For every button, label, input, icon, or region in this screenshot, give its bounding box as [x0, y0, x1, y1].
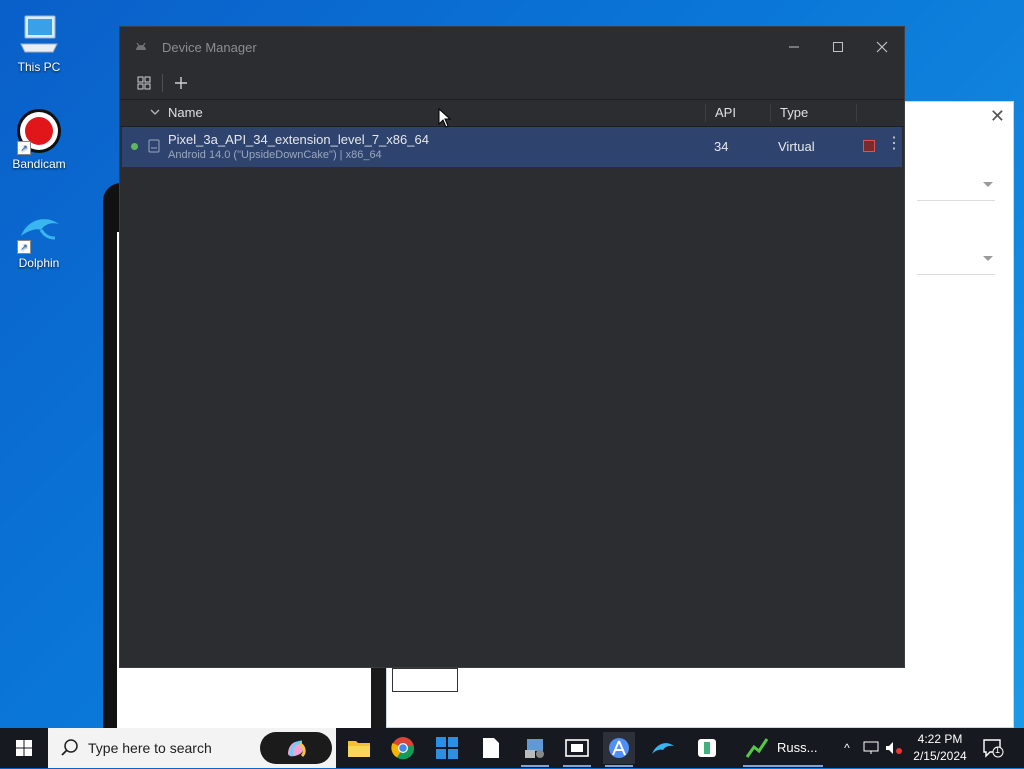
table-row[interactable]: Pixel_3a_API_34_extension_level_7_x86_64… [122, 127, 902, 167]
device-subtitle: Android 14.0 ("UpsideDownCake") | x86_64 [168, 149, 382, 161]
desktop-icon-dolphin[interactable]: ↗ Dolphin [1, 206, 77, 270]
bandicam-icon: ↗ [15, 107, 63, 155]
windows-app-icon [436, 737, 458, 759]
column-header-api[interactable]: API [715, 105, 736, 120]
copilot-icon [288, 740, 306, 758]
toolbar [120, 67, 904, 100]
virtual-device-icon [148, 139, 160, 153]
device-api: 34 [714, 139, 729, 154]
show-hidden-icons-icon[interactable]: ^ [838, 741, 856, 755]
add-icon [175, 77, 187, 89]
shortcut-arrow-icon: ↗ [17, 141, 31, 155]
taskbar-chrome[interactable] [387, 732, 419, 764]
dolphin-icon: ↗ [15, 206, 63, 254]
desktop-icon-label: Dolphin [18, 256, 60, 270]
android-icon [136, 42, 146, 50]
mouse-cursor-icon [438, 108, 452, 128]
desktop-icon-label: Bandicam [12, 157, 66, 171]
device-type: Virtual [778, 139, 815, 154]
window-title: Device Manager [162, 39, 257, 55]
column-divider[interactable] [770, 104, 771, 122]
desktop-icon-label: This PC [17, 60, 61, 74]
chevron-down-icon[interactable] [983, 256, 993, 261]
film-icon [565, 739, 589, 757]
close-button[interactable] [860, 27, 904, 67]
taskbar-app-label[interactable]: Russ... [777, 740, 817, 755]
notification-icon [983, 739, 1004, 758]
chrome-icon [391, 737, 415, 760]
column-divider[interactable] [856, 104, 857, 122]
minimize-button[interactable] [772, 27, 816, 67]
background-box [392, 668, 458, 692]
taskbar-notepad[interactable] [475, 732, 507, 764]
desktop-icon-bandicam[interactable]: ↗ Bandicam [1, 107, 77, 171]
toolbar-separator [162, 74, 163, 92]
android-studio-icon [609, 738, 629, 758]
chevron-down-icon[interactable] [983, 182, 993, 187]
start-button[interactable] [0, 728, 48, 768]
clock-time: 4:22 PM [917, 732, 963, 746]
close-icon[interactable]: ✕ [990, 106, 1005, 127]
status-online-icon [131, 143, 138, 150]
taskbar-editor[interactable] [691, 732, 723, 764]
table-header: Name API Type [120, 100, 904, 127]
chart-app-icon [745, 738, 769, 758]
system-clock[interactable]: 4:22 PM 2/15/2024 [905, 731, 975, 765]
title-bar[interactable]: Device Manager [120, 27, 904, 67]
running-indicator [563, 765, 591, 767]
clock-date: 2/15/2024 [913, 749, 967, 763]
add-device-button[interactable] [169, 71, 193, 95]
network-icon[interactable] [862, 740, 880, 756]
taskbar-file-explorer[interactable] [343, 732, 375, 764]
divider [917, 274, 995, 275]
device-manager-window: Device Manager Name API Type Pixel_3a_AP… [119, 26, 905, 668]
taskbar: Type here to search Russ... ^ 4:22 PM 2/… [0, 728, 1024, 768]
running-indicator [521, 765, 549, 767]
minimize-icon [789, 46, 799, 48]
running-indicator [605, 765, 633, 767]
column-header-type[interactable]: Type [780, 105, 808, 120]
taskbar-android-studio[interactable] [603, 732, 635, 767]
settings-app-icon [525, 739, 544, 758]
computer-icon [15, 10, 63, 58]
dolphin-icon [652, 743, 674, 754]
close-icon [876, 41, 888, 53]
notification-count: 1 [995, 745, 1001, 755]
taskbar-start-app[interactable] [431, 732, 463, 764]
stop-emulator-icon[interactable] [863, 140, 875, 152]
device-grid-button[interactable] [132, 71, 156, 95]
maximize-icon [833, 42, 843, 52]
copilot-button[interactable] [260, 732, 332, 764]
volume-muted-icon[interactable] [884, 740, 904, 756]
device-grid-icon [137, 76, 151, 90]
notification-center-button[interactable]: 1 [982, 738, 1004, 758]
windows-logo-icon [16, 740, 32, 756]
maximize-button[interactable] [816, 27, 860, 67]
taskbar-media-app[interactable] [561, 732, 593, 767]
system-tray: ^ [838, 728, 904, 768]
editor-app-icon [698, 739, 716, 757]
column-divider[interactable] [705, 104, 706, 122]
document-icon [483, 738, 499, 758]
taskbar-russ-app[interactable] [741, 732, 823, 767]
shortcut-arrow-icon: ↗ [17, 240, 31, 254]
column-header-name[interactable]: Name [168, 105, 203, 120]
search-icon [61, 739, 78, 756]
desktop-icon-this-pc[interactable]: This PC [1, 10, 77, 74]
folder-icon [348, 741, 370, 757]
chevron-down-icon[interactable] [150, 107, 160, 117]
device-name: Pixel_3a_API_34_extension_level_7_x86_64 [168, 132, 429, 147]
taskbar-dolphin[interactable] [647, 732, 679, 764]
more-options-icon[interactable]: ⋮ [886, 136, 902, 152]
search-placeholder: Type here to search [88, 740, 212, 756]
taskbar-control-panel[interactable] [519, 732, 551, 767]
running-indicator [743, 765, 823, 767]
divider [917, 200, 995, 201]
